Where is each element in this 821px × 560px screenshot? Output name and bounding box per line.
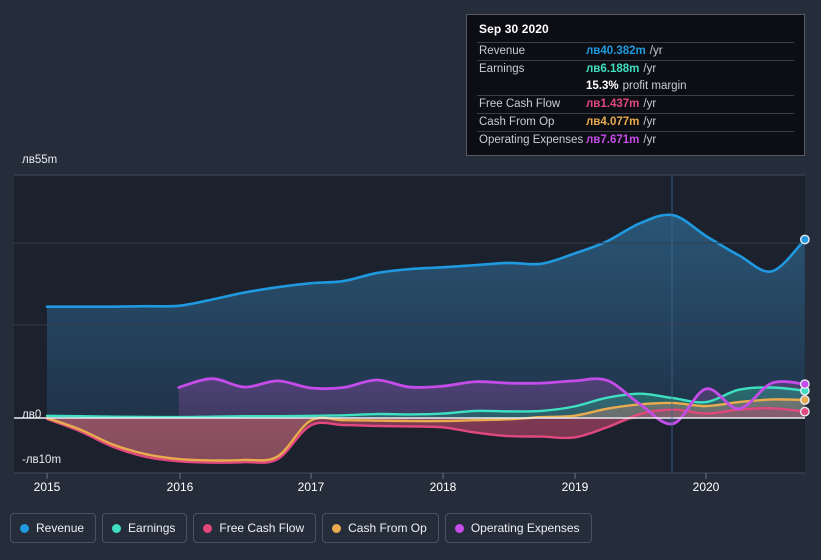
y-axis-label-zero: лв0 <box>22 409 42 421</box>
legend-label-operating-expenses: Operating Expenses <box>470 521 580 535</box>
tooltip-date: Sep 30 2020 <box>479 22 549 36</box>
legend-item-free-cash-flow[interactable]: Free Cash Flow <box>193 513 317 543</box>
tooltip-value-revenue: лв40.382m <box>586 44 646 57</box>
legend-label-revenue: Revenue <box>36 521 85 535</box>
legend-dot-earnings-icon <box>112 523 122 533</box>
tooltip-row-operating-expenses: Operating Expenses лв7.671m /yr <box>477 131 794 149</box>
legend-label-cash-from-op: Cash From Op <box>348 521 427 535</box>
legend-item-revenue[interactable]: Revenue <box>10 513 97 543</box>
tooltip-value-cash-from-op: лв4.077m <box>586 115 640 128</box>
financial-chart-page: лв55m лв0 -лв10m 2015 2016 2017 2018 201… <box>0 0 821 560</box>
tooltip-text-profit-margin: profit margin <box>622 79 687 92</box>
tooltip-unit-revenue: /yr <box>649 44 663 57</box>
tooltip-value-profit-margin: 15.3% <box>586 79 619 92</box>
x-tick-marks <box>46 473 707 479</box>
endpoint-dot-free-cash-flow <box>799 406 810 417</box>
x-axis-label-2019: 2019 <box>561 480 589 494</box>
endpoint-dot-revenue <box>799 234 810 245</box>
x-axis-label-2015: 2015 <box>33 480 61 494</box>
legend-item-earnings[interactable]: Earnings <box>102 513 188 543</box>
x-axis-label-2017: 2017 <box>297 480 325 494</box>
chart-tooltip: Sep 30 2020 Revenue лв40.382m /yr Earnin… <box>466 14 805 156</box>
x-axis-label-2018: 2018 <box>429 480 457 494</box>
tooltip-value-free-cash-flow: лв1.437m <box>586 97 640 110</box>
legend-item-cash-from-op[interactable]: Cash From Op <box>322 513 439 543</box>
tooltip-row-profit-margin: 15.3% profit margin <box>477 78 794 95</box>
tooltip-unit-cash-from-op: /yr <box>643 115 657 128</box>
legend-dot-cash-from-op-icon <box>332 523 342 533</box>
tooltip-row-revenue: Revenue лв40.382m /yr <box>477 42 794 60</box>
legend-label-earnings: Earnings <box>128 521 176 535</box>
endpoint-dot-cash-from-op <box>799 395 810 405</box>
tooltip-label-earnings: Earnings <box>479 62 525 75</box>
tooltip-row-free-cash-flow: Free Cash Flow лв1.437m /yr <box>477 95 794 113</box>
tooltip-label-free-cash-flow: Free Cash Flow <box>479 97 561 110</box>
endpoint-dot-operating-expenses <box>799 379 810 390</box>
tooltip-unit-operating-expenses: /yr <box>643 133 657 146</box>
tooltip-value-earnings: лв6.188m <box>586 62 640 75</box>
tooltip-row-earnings: Earnings лв6.188m /yr <box>477 60 794 78</box>
legend-item-operating-expenses[interactable]: Operating Expenses <box>444 513 592 543</box>
y-axis-label-min: -лв10m <box>22 454 62 466</box>
tooltip-label-cash-from-op: Cash From Op <box>479 115 555 128</box>
legend-label-free-cash-flow: Free Cash Flow <box>219 521 305 535</box>
tooltip-row-cash-from-op: Cash From Op лв4.077m /yr <box>477 113 794 131</box>
x-axis-label-2020: 2020 <box>692 480 720 494</box>
tooltip-value-operating-expenses: лв7.671m <box>586 133 640 146</box>
tooltip-unit-earnings: /yr <box>643 62 657 75</box>
y-axis-label-max: лв55m <box>22 154 58 166</box>
chart-legend: Revenue Earnings Free Cash Flow Cash Fro… <box>10 513 592 543</box>
tooltip-unit-free-cash-flow: /yr <box>643 97 657 110</box>
legend-dot-revenue-icon <box>20 523 29 533</box>
tooltip-label-operating-expenses: Operating Expenses <box>479 133 584 146</box>
tooltip-label-revenue: Revenue <box>479 44 526 57</box>
legend-dot-operating-expenses-icon <box>454 523 464 533</box>
x-axis-label-2016: 2016 <box>166 480 194 494</box>
legend-dot-free-cash-flow-icon <box>203 523 213 533</box>
